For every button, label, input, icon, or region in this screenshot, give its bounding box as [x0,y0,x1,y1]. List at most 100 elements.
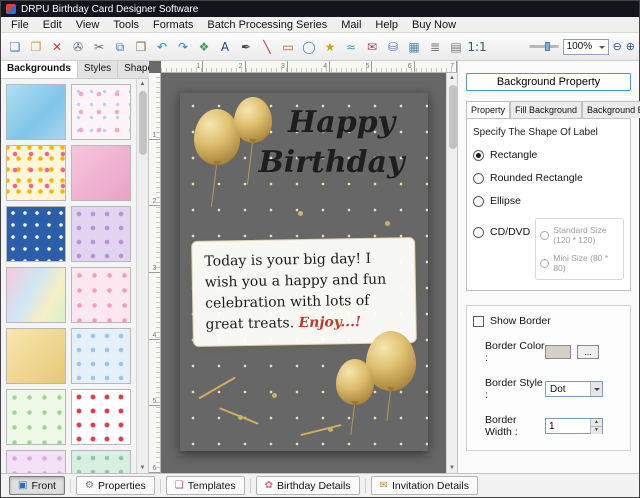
grid-icon[interactable]: ▤ [446,36,466,58]
print-icon[interactable]: ✇ [68,36,88,58]
tab-invitation-details[interactable]: ✉ Invitation Details [371,476,478,495]
background-thumbnail[interactable] [71,328,131,384]
image-icon[interactable]: ❖ [194,36,214,58]
rectangle-icon[interactable]: ▭ [278,36,298,58]
ruler-number: 4 [288,61,330,72]
canvas-scrollbar[interactable]: ▲ ▼ [446,73,457,473]
zoom-in-button[interactable]: ⊕ [626,40,635,53]
menu-item[interactable]: Formats [146,18,200,32]
tab-label: Invitation Details [392,480,469,492]
signature-icon[interactable]: ✒ [236,36,256,58]
canvas-region: 1234567 123456 Happy Birthday Today is [149,61,457,473]
menu-item[interactable]: Help [368,18,405,32]
show-border-checkbox-row[interactable]: Show Border [473,315,624,327]
menu-item[interactable]: Batch Processing Series [200,18,334,32]
spinner-up-icon[interactable]: ▲ [591,419,602,427]
tab-front[interactable]: ▣ Front [9,476,65,495]
open-folder-icon[interactable]: ❐ [26,36,46,58]
checkbox-icon[interactable] [473,316,484,327]
background-thumbnail[interactable] [6,206,66,262]
delete-icon[interactable]: ✕ [47,36,67,58]
radio-ellipse[interactable]: Ellipse [473,195,624,207]
radio-button-icon[interactable] [540,231,549,240]
zoom-slider-handle[interactable] [545,42,550,51]
tab-birthday-details[interactable]: ✿ Birthday Details [256,476,360,495]
radio-mini-size[interactable]: Mini Size (80 * 80) [540,253,619,273]
background-thumbnail[interactable] [6,389,66,445]
zoom-out-button[interactable]: ⊖ [613,40,622,53]
tab-properties[interactable]: ⚙ Properties [76,476,155,495]
menu-item[interactable]: Mail [334,18,368,32]
background-thumbnail[interactable] [6,328,66,384]
scroll-up-icon[interactable]: ▲ [447,73,457,83]
radio-cd-dvd[interactable]: CD/DVD [473,226,530,238]
background-thumbnail[interactable] [71,267,131,323]
background-property-button[interactable]: Background Property [466,73,631,91]
radio-button-icon[interactable] [473,150,484,161]
background-thumbnail[interactable] [6,84,66,140]
radio-standard-size[interactable]: Standard Size (120 * 120) [540,225,619,245]
undo-icon[interactable]: ↶ [152,36,172,58]
scroll-down-icon[interactable]: ▼ [137,463,148,473]
text-icon[interactable]: A [215,36,235,58]
menu-item[interactable]: Buy Now [405,18,463,32]
line-icon[interactable]: ╲ [257,36,277,58]
radio-rounded-rectangle[interactable]: Rounded Rectangle [473,172,624,184]
table-icon[interactable]: ▦ [404,36,424,58]
background-thumbnail[interactable] [71,389,131,445]
ellipse-icon[interactable]: ◯ [299,36,319,58]
menu-item[interactable]: File [4,18,36,32]
background-thumbnail[interactable] [71,145,131,201]
border-width-input[interactable] [546,419,590,433]
star-icon[interactable]: ★ [320,36,340,58]
border-color-picker-button[interactable]: ... [577,345,599,359]
radio-button-icon[interactable] [540,259,549,268]
redo-icon[interactable]: ↷ [173,36,193,58]
zoom-slider[interactable] [529,45,559,48]
property-tab[interactable]: Property [466,101,510,118]
background-thumbnail[interactable] [71,450,131,473]
birthday-card-preview[interactable]: Happy Birthday Today is your big day! I … [180,93,428,451]
scroll-up-icon[interactable]: ▲ [137,79,148,89]
scroll-down-icon[interactable]: ▼ [447,463,457,473]
radio-button-icon[interactable] [473,227,484,238]
background-thumbnail[interactable] [6,145,66,201]
sidebar-tab[interactable]: Styles [78,61,118,78]
new-document-icon[interactable]: ❏ [5,36,25,58]
card-heading-line1[interactable]: Happy [264,105,420,140]
background-thumbnail[interactable] [71,206,131,262]
menu-item[interactable]: Tools [106,18,146,32]
background-thumbnail[interactable] [6,267,66,323]
scrollbar-thumb[interactable] [449,85,457,149]
align-icon[interactable]: ≣ [425,36,445,58]
design-canvas[interactable]: Happy Birthday Today is your big day! I … [161,73,446,473]
one-to-one-icon[interactable]: 1:1 [467,36,487,58]
background-thumbnail[interactable] [71,84,131,140]
radio-rectangle[interactable]: Rectangle [473,149,624,161]
zoom-level-dropdown[interactable]: 100% [563,39,609,55]
mail-icon[interactable]: ✉ [362,36,382,58]
menu-item[interactable]: View [69,18,107,32]
card-heading-line2[interactable]: Birthday [242,145,422,180]
menu-item[interactable]: Edit [36,18,69,32]
copy-icon[interactable]: ⧉ [110,36,130,58]
radio-button-icon[interactable] [473,196,484,207]
border-color-swatch[interactable] [545,345,571,359]
sidebar-scrollbar[interactable]: ▲ ▼ [136,79,148,473]
tab-templates[interactable]: ❏ Templates [166,476,245,495]
property-tab[interactable]: Fill Background [510,101,582,118]
border-style-dropdown[interactable]: Dot [545,381,603,397]
sidebar-tab[interactable]: Backgrounds [1,61,78,78]
scrollbar-thumb[interactable] [139,91,147,155]
tab-divider [250,479,251,493]
card-message-box[interactable]: Today is your big day! I wish you a happ… [191,237,417,347]
database-icon[interactable]: ⛁ [383,36,403,58]
cut-icon[interactable]: ✂ [89,36,109,58]
watermark-icon[interactable]: ≈ [341,36,361,58]
background-thumbnail[interactable] [6,450,66,473]
ruler-number: 6 [149,406,160,473]
radio-button-icon[interactable] [473,173,484,184]
property-tab[interactable]: Background Effects [582,101,640,118]
paste-icon[interactable]: ❒ [131,36,151,58]
spinner-down-icon[interactable]: ▼ [591,427,602,434]
